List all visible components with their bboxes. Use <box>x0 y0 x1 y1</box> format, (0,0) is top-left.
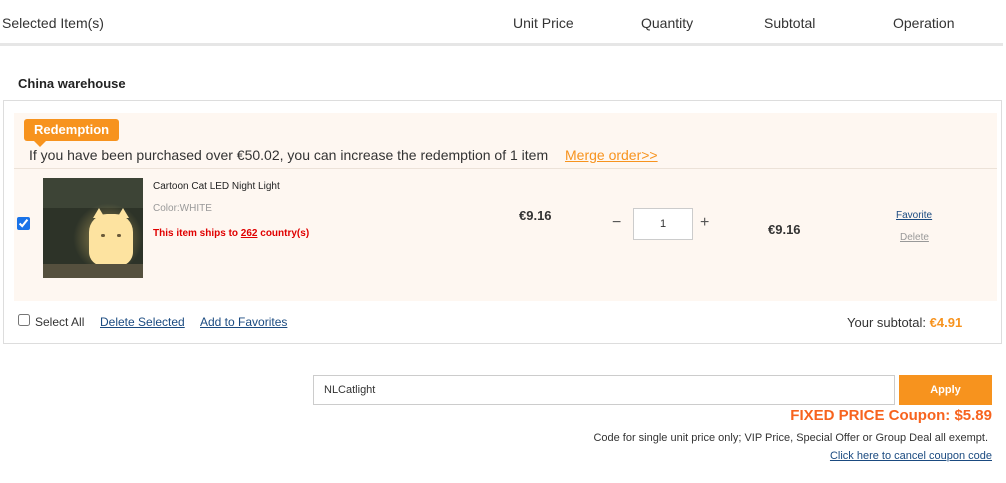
ships-prefix: This item ships to <box>153 228 241 239</box>
header-selected-items: Selected Item(s) <box>2 15 104 31</box>
fixed-price-coupon: FIXED PRICE Coupon: $5.89 <box>790 407 992 424</box>
divider <box>14 168 997 169</box>
delete-link[interactable]: Delete <box>900 232 929 243</box>
add-to-favorites-link[interactable]: Add to Favorites <box>200 315 287 329</box>
image-table <box>43 264 143 278</box>
cat-lamp <box>89 214 133 266</box>
item-subtotal: €9.16 <box>768 222 801 237</box>
your-subtotal: Your subtotal: €4.91 <box>847 315 962 330</box>
coupon-code-input[interactable] <box>313 375 895 405</box>
unit-price: €9.16 <box>519 208 552 223</box>
header-quantity: Quantity <box>641 15 694 31</box>
cat-eye <box>101 234 105 237</box>
header-operation: Operation <box>893 15 955 31</box>
your-subtotal-value: €4.91 <box>929 315 963 330</box>
decrease-quantity-button[interactable]: − <box>612 214 621 232</box>
redemption-badge: Redemption <box>24 119 120 147</box>
header-subtotal: Subtotal <box>764 15 816 31</box>
header-unit-price: Unit Price <box>513 15 574 31</box>
your-subtotal-label: Your subtotal: <box>847 315 930 330</box>
product-name[interactable]: Cartoon Cat LED Night Light <box>153 181 280 192</box>
cart-section: Redemption If you have been purchased ov… <box>3 100 1002 344</box>
delete-selected-link[interactable]: Delete Selected <box>100 315 185 329</box>
increase-quantity-button[interactable]: + <box>700 214 709 232</box>
cart-header: Selected Item(s) Unit Price Quantity Sub… <box>0 0 1003 46</box>
ships-suffix: country(s) <box>257 228 310 239</box>
redemption-text: If you have been purchased over €50.02, … <box>29 147 549 163</box>
quantity-input[interactable] <box>633 208 693 240</box>
cancel-coupon-link[interactable]: Click here to cancel coupon code <box>830 450 992 462</box>
shipping-notice: This item ships to 262 country(s) <box>153 228 309 239</box>
image-background <box>43 178 143 208</box>
product-image[interactable] <box>43 178 143 278</box>
warehouse-title: China warehouse <box>18 76 126 91</box>
favorite-link[interactable]: Favorite <box>896 210 932 221</box>
select-all-checkbox[interactable] <box>18 314 30 326</box>
ships-country-count[interactable]: 262 <box>241 228 258 239</box>
product-color: Color:WHITE <box>153 203 212 214</box>
cat-eye <box>117 234 121 237</box>
merge-order-link[interactable]: Merge order>> <box>565 147 658 163</box>
select-all-label[interactable]: Select All <box>35 315 84 329</box>
apply-coupon-button[interactable]: Apply <box>899 375 992 405</box>
item-checkbox[interactable] <box>17 217 30 230</box>
coupon-note: Code for single unit price only; VIP Pri… <box>593 432 988 444</box>
